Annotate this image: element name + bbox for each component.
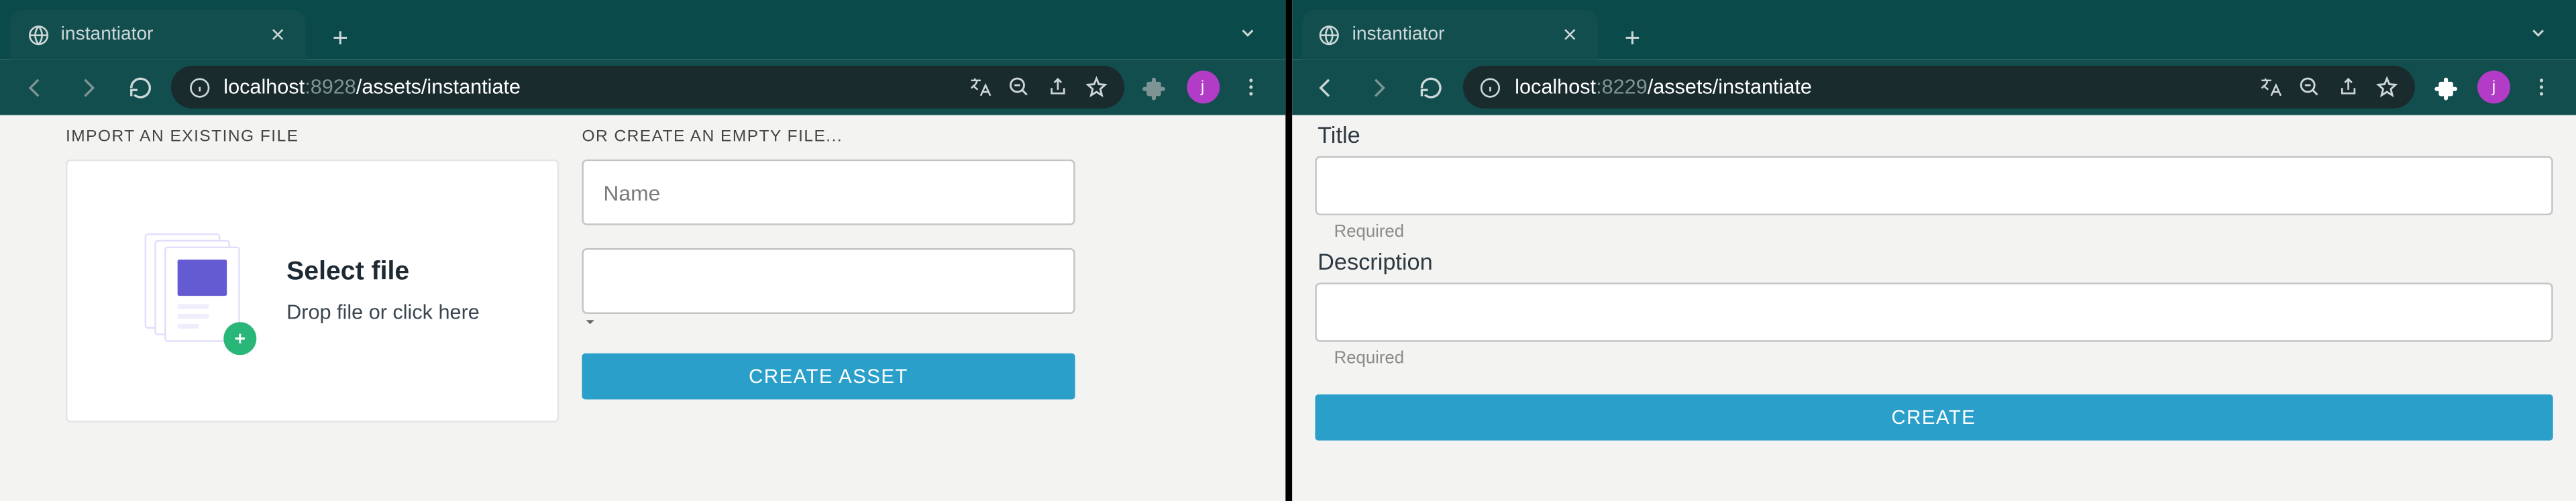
extensions-icon[interactable] (1134, 66, 1177, 109)
url-text: localhost:8229/assets/instantiate (1515, 76, 1812, 99)
chevron-down-icon (582, 314, 1075, 331)
profile-avatar[interactable]: j (2477, 70, 2510, 103)
reload-button[interactable] (1409, 66, 1452, 109)
globe-icon (26, 23, 49, 46)
tabs-chevron-icon[interactable] (2517, 11, 2560, 54)
star-icon[interactable] (1084, 76, 1107, 99)
translate-icon[interactable] (967, 76, 990, 99)
create-asset-button[interactable]: CREATE ASSET (582, 353, 1075, 400)
zoom-icon[interactable] (2298, 76, 2321, 99)
create-label: OR CREATE AN EMPTY FILE... (582, 128, 1075, 146)
page-content: Title Required Description Required CREA… (1291, 115, 2576, 501)
tab-strip: instantiator (0, 0, 1285, 59)
tab-title: instantiator (1352, 25, 1546, 44)
forward-button[interactable] (66, 66, 109, 109)
back-button[interactable] (1305, 66, 1348, 109)
tab-title: instantiator (61, 25, 255, 44)
type-select[interactable] (582, 248, 1075, 314)
title-input[interactable] (1314, 156, 2553, 215)
import-label: IMPORT AN EXISTING FILE (66, 128, 559, 146)
name-input[interactable] (582, 160, 1075, 225)
new-tab-button[interactable] (319, 17, 362, 60)
browser-toolbar: localhost:8229/assets/instantiate j (1291, 59, 2576, 115)
back-button[interactable] (13, 66, 56, 109)
select-file-title: Select file (286, 258, 480, 288)
browser-window-left: instantiator localho (0, 0, 1285, 501)
close-icon[interactable] (1558, 23, 1580, 46)
title-helper: Required (1334, 222, 2553, 241)
profile-avatar[interactable]: j (1186, 70, 1219, 103)
browser-tab[interactable]: instantiator (1301, 10, 1597, 60)
kebab-menu-icon[interactable] (2520, 66, 2563, 109)
address-bar[interactable]: localhost:8229/assets/instantiate (1462, 66, 2415, 109)
files-illustration-icon (145, 233, 247, 349)
share-icon[interactable] (1046, 76, 1068, 99)
tab-strip: instantiator (1291, 0, 2576, 59)
create-button[interactable]: CREATE (1314, 394, 2553, 441)
title-label: Title (1318, 121, 2553, 148)
close-icon[interactable] (266, 23, 289, 46)
browser-window-right: instantiator localhost:82 (1291, 0, 2576, 501)
plus-badge-icon (224, 322, 257, 355)
tabs-chevron-icon[interactable] (1226, 11, 1269, 54)
browser-tab[interactable]: instantiator (10, 10, 306, 60)
new-tab-button[interactable] (1610, 17, 1653, 60)
globe-icon (1318, 23, 1340, 46)
browser-toolbar: localhost:8928/assets/instantiate j (0, 59, 1285, 115)
page-content: IMPORT AN EXISTING FILE (0, 115, 1285, 501)
reload-button[interactable] (118, 66, 161, 109)
site-info-icon[interactable] (187, 76, 210, 99)
site-info-icon[interactable] (1479, 76, 1501, 99)
extensions-icon[interactable] (2425, 66, 2468, 109)
translate-icon[interactable] (2259, 76, 2282, 99)
star-icon[interactable] (2375, 76, 2398, 99)
kebab-menu-icon[interactable] (1229, 66, 1272, 109)
file-dropzone[interactable]: Select file Drop file or click here (66, 160, 559, 423)
share-icon[interactable] (2338, 76, 2359, 99)
description-label: Description (1318, 248, 2553, 274)
description-input[interactable] (1314, 282, 2553, 341)
address-bar[interactable]: localhost:8928/assets/instantiate (171, 66, 1124, 109)
description-helper: Required (1334, 349, 2553, 368)
zoom-icon[interactable] (1007, 76, 1030, 99)
forward-button[interactable] (1357, 66, 1400, 109)
url-text: localhost:8928/assets/instantiate (223, 76, 521, 99)
select-file-sub: Drop file or click here (286, 300, 480, 323)
